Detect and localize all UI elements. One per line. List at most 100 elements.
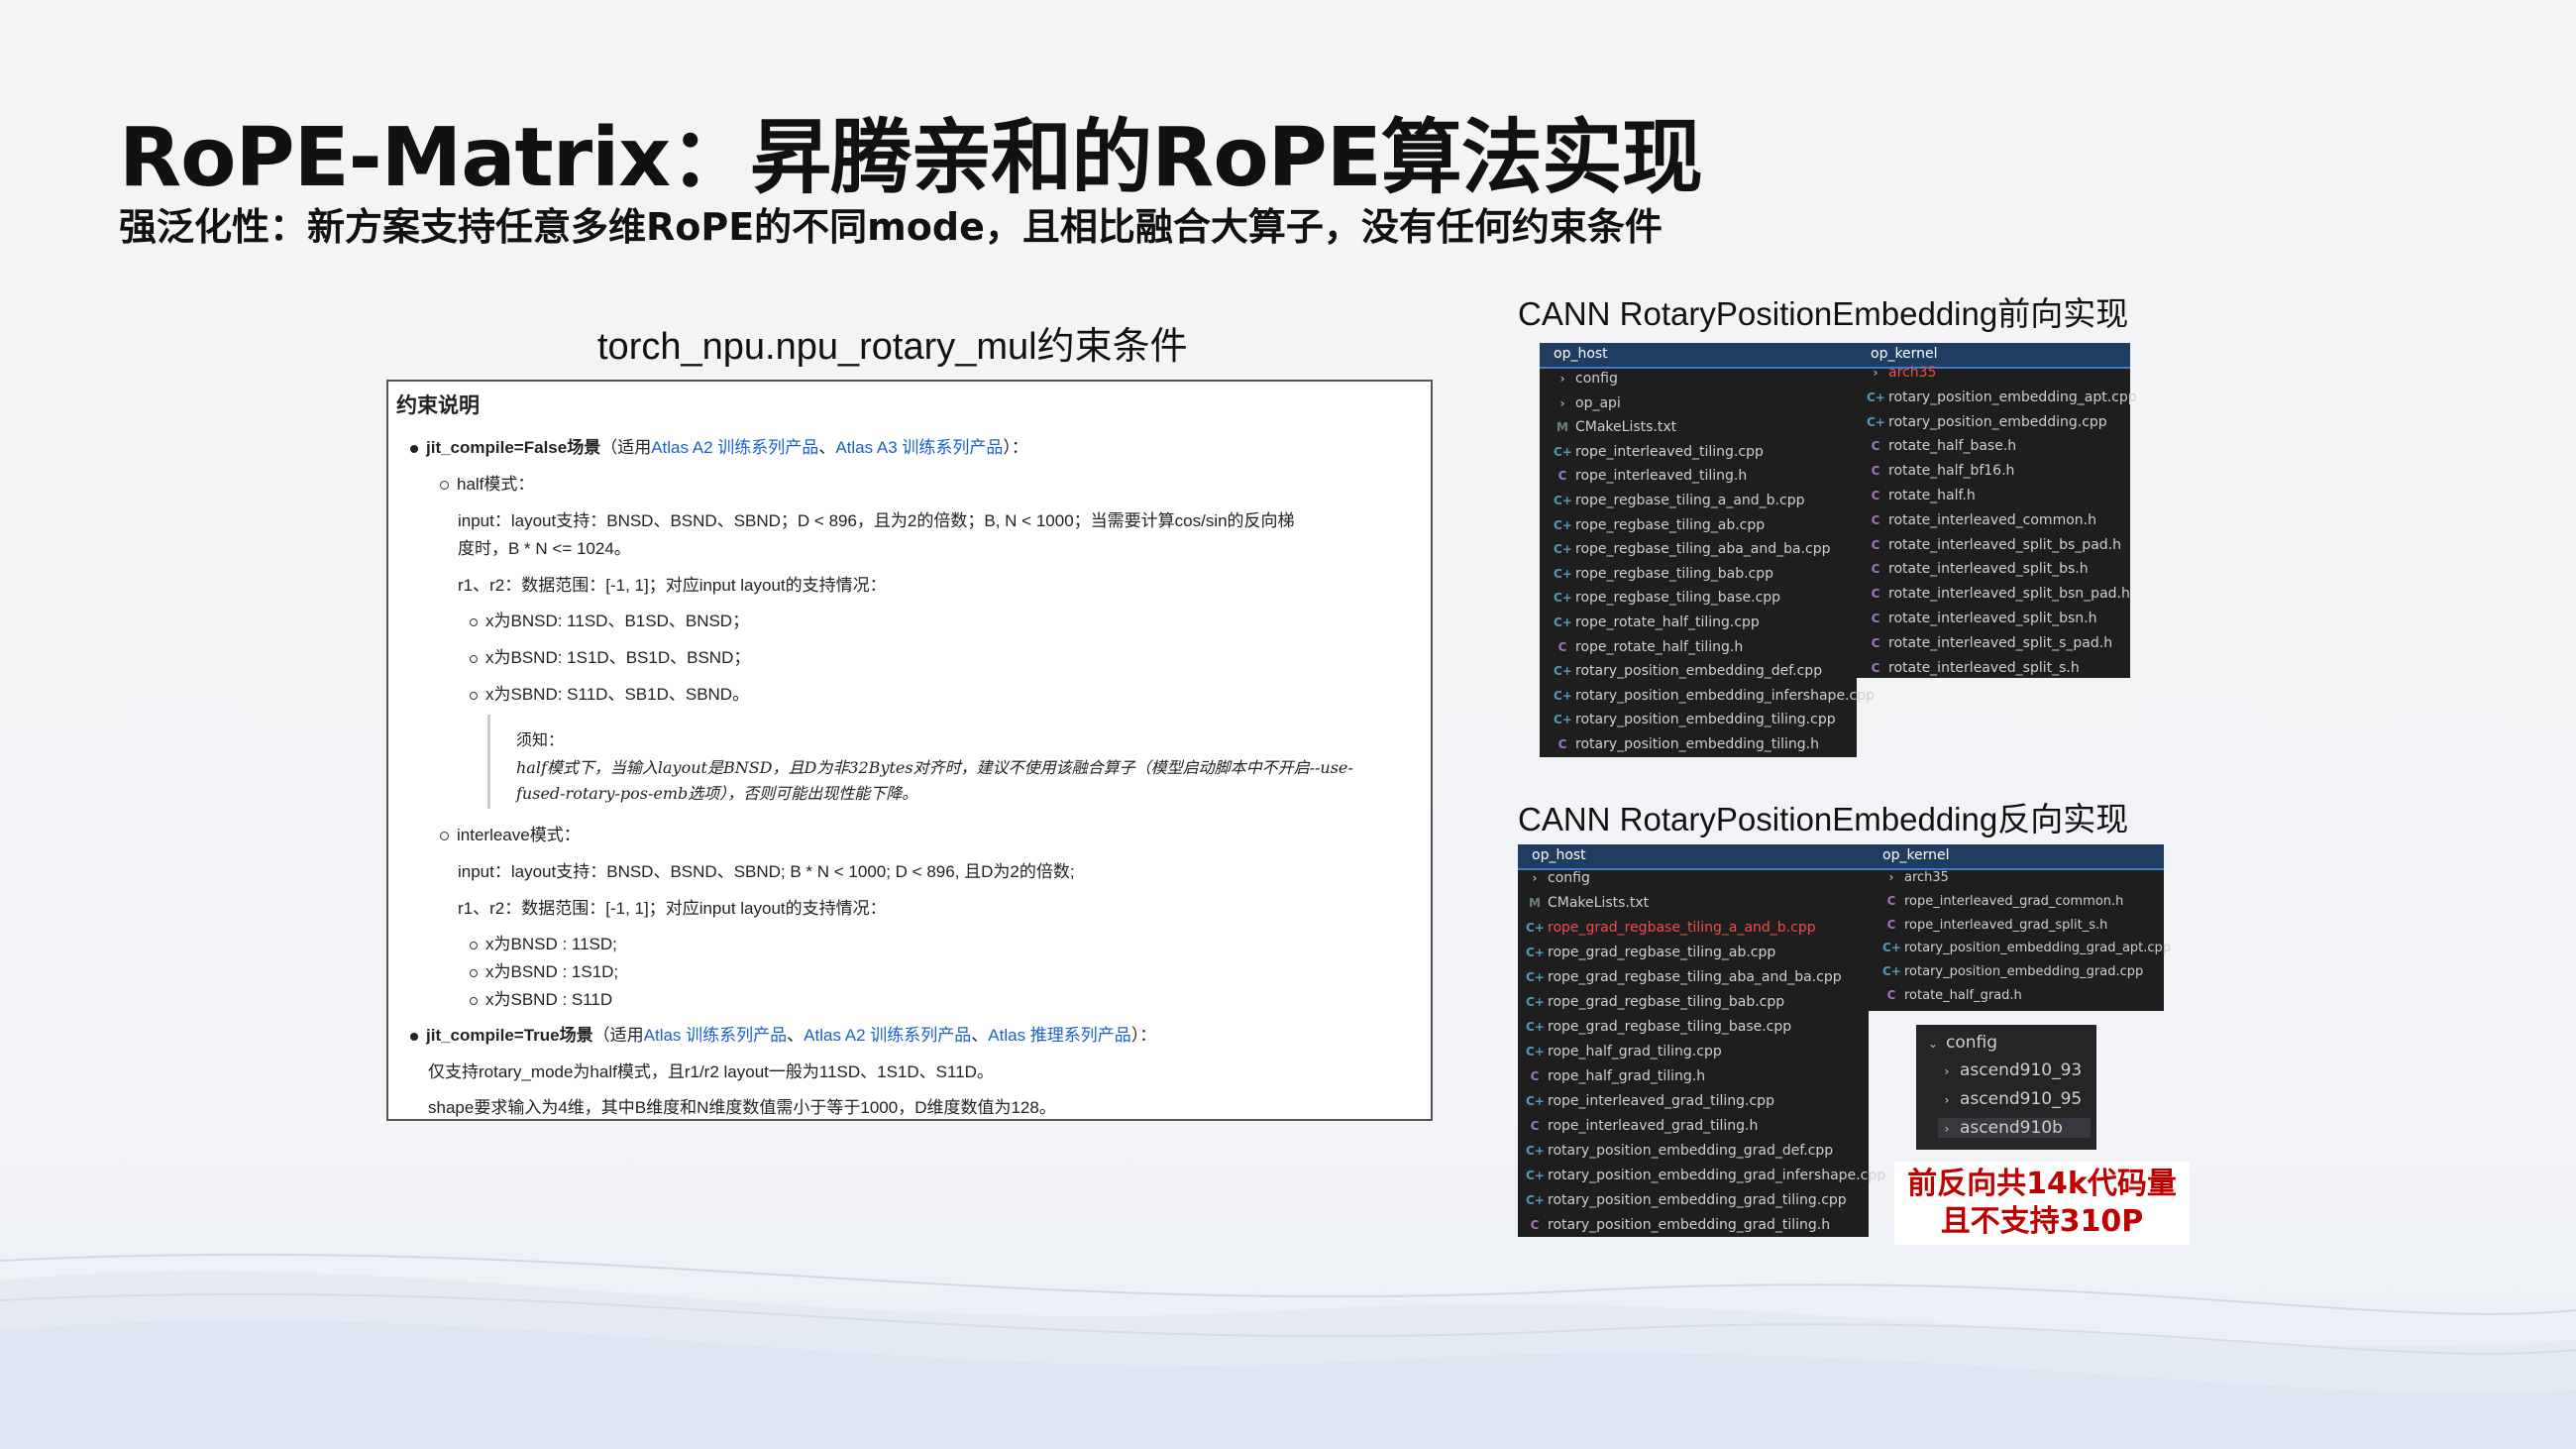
file-tree-item[interactable]: Crotary_position_embedding_tiling.h — [1554, 736, 1819, 752]
file-tree-item[interactable]: Crotate_interleaved_split_bs.h — [1867, 561, 2089, 577]
forward-caption: CANN RotaryPositionEmbedding前向实现 — [1518, 295, 2129, 332]
file-tree-item[interactable]: C+ rope_grad_regbase_tiling_base.cpp — [1526, 1019, 1791, 1035]
doc-link[interactable]: Atlas 训练系列产品 — [644, 1026, 788, 1045]
doc-line: 度时，B * N <= 1024。 — [458, 539, 631, 558]
file-tree-item[interactable]: C+ rotary_position_embedding_grad_def.cpp — [1526, 1143, 1833, 1159]
file-tree-item-label: rope_rotate_half_tiling.cpp — [1575, 614, 1760, 630]
file-tree-item-label: rope_grad_regbase_tiling_ab.cpp — [1548, 945, 1776, 960]
doc-text: （适用 — [600, 438, 652, 457]
file-tree-item-label: rotary_position_embedding_grad_tiling.h — [1548, 1217, 1831, 1233]
file-tree-item[interactable]: Crotate_interleaved_split_s_pad.h — [1867, 635, 2113, 651]
file-tree-item[interactable]: C+ rotary_position_embedding_infershape.c… — [1554, 688, 1875, 704]
c-header-file-icon: C — [1871, 612, 1880, 625]
file-tree-item[interactable]: C+ rope_interleaved_tiling.cpp — [1554, 444, 1764, 460]
doc-line: x为BNSD: 11SD、B1SD、BNSD； — [470, 607, 749, 631]
cpp-file-icon: C+ — [1554, 494, 1572, 507]
file-tree-item[interactable]: Crope_interleaved_grad_split_s.h — [1882, 918, 2108, 933]
file-tree-item[interactable]: Crotate_half_base.h — [1867, 438, 2017, 454]
doc-link[interactable]: Atlas A3 训练系列产品 — [835, 438, 1003, 457]
file-tree-item[interactable]: Crope_rotate_half_tiling.h — [1554, 639, 1744, 655]
callout-line: 且不支持310P — [1940, 1204, 2144, 1239]
file-tree-item-label: rotate_interleaved_common.h — [1888, 511, 2096, 528]
code-size-callout: 前反向共14k代码量 且不支持310P — [1894, 1162, 2190, 1245]
file-tree-item[interactable]: C+ rope_rotate_half_tiling.cpp — [1554, 614, 1760, 630]
explorer-header[interactable]: op_host — [1540, 343, 1857, 369]
file-tree-item[interactable]: Crope_interleaved_tiling.h — [1554, 468, 1748, 485]
config-tree-item[interactable]: › ascend910b — [1938, 1118, 2091, 1138]
doc-link[interactable]: Atlas A2 训练系列产品 — [804, 1026, 971, 1045]
file-tree-item-label: op_api — [1575, 394, 1621, 411]
file-tree-item-label: rotate_interleaved_split_bsn.h — [1888, 611, 2097, 626]
config-tree-item-label: ascend910_93 — [1960, 1060, 2083, 1080]
file-tree-item[interactable]: › config — [1554, 371, 1618, 387]
file-tree-item[interactable]: C+ rotary_position_embedding_grad.cpp — [1882, 964, 2143, 979]
file-tree-item[interactable]: Crope_interleaved_grad_tiling.h — [1526, 1118, 1759, 1134]
config-tree-item[interactable]: › ascend910_95 — [1938, 1089, 2083, 1109]
doc-link[interactable]: Atlas A2 训练系列产品 — [651, 438, 818, 457]
explorer-header[interactable]: op_host — [1518, 844, 1869, 870]
file-tree-item-label: rope_interleaved_tiling.h — [1575, 468, 1748, 485]
file-tree-item[interactable]: › arch35 — [1882, 870, 1949, 885]
file-tree-item[interactable]: C+ rotary_position_embedding.cpp — [1867, 414, 2107, 430]
file-tree-item[interactable]: C+ rope_grad_regbase_tiling_ab.cpp — [1526, 945, 1775, 960]
file-tree-item-label: rope_grad_regbase_tiling_bab.cpp — [1548, 994, 1785, 1010]
file-tree-item-label: rope_regbase_tiling_base.cpp — [1575, 590, 1781, 607]
c-header-file-icon: C — [1871, 464, 1880, 479]
callout-line: 前反向共14k代码量 — [1907, 1167, 2177, 1201]
file-tree-item[interactable]: C+ rotary_position_embedding_apt.cpp — [1867, 390, 2137, 405]
file-tree-item[interactable]: C+ rope_regbase_tiling_a_and_b.cpp — [1554, 493, 1804, 508]
file-tree-item[interactable]: C+ rope_regbase_tiling_bab.cpp — [1554, 566, 1773, 582]
file-tree-item-label: rotate_half_bf16.h — [1888, 463, 2015, 480]
file-tree-item[interactable]: C+ rotary_position_embedding_grad_infersh… — [1526, 1168, 1885, 1183]
file-tree-item-label: arch35 — [1888, 365, 1937, 381]
file-tree-item[interactable]: Crotate_interleaved_split_s.h — [1867, 660, 2080, 676]
file-tree-item[interactable]: Crope_interleaved_grad_common.h — [1882, 894, 2124, 909]
file-tree-item[interactable]: C+ rotary_position_embedding_tiling.cpp — [1554, 712, 1836, 727]
cpp-file-icon: C+ — [1526, 970, 1545, 984]
explorer-header[interactable]: op_kernel — [1869, 844, 2164, 870]
file-tree-item[interactable]: Crotate_half_bf16.h — [1867, 463, 2015, 480]
forward-op-host-explorer: op_host › config › op_api M CMakeLists.txt C+ r… — [1540, 343, 1875, 757]
file-tree-item-label: config — [1548, 870, 1590, 886]
config-tree-item[interactable]: › ascend910_93 — [1938, 1060, 2083, 1080]
file-tree-item[interactable]: Crotate_interleaved_split_bsn.h — [1867, 611, 2097, 626]
file-tree-item-label: rope_regbase_tiling_bab.cpp — [1575, 565, 1774, 582]
file-tree-item[interactable]: C+ rope_grad_regbase_tiling_bab.cpp — [1526, 994, 1784, 1010]
file-tree-item[interactable]: M CMakeLists.txt — [1554, 419, 1676, 435]
cpp-file-icon: C+ — [1526, 1193, 1545, 1207]
file-tree-item[interactable]: C+ rope_grad_regbase_tiling_a_and_b.cpp — [1526, 920, 1816, 936]
cpp-file-icon: C+ — [1526, 1094, 1545, 1108]
cpp-file-icon: C+ — [1554, 713, 1572, 727]
file-tree-item[interactable]: C+ rope_interleaved_grad_tiling.cpp — [1526, 1093, 1774, 1109]
file-tree-item-label: rope_regbase_tiling_a_and_b.cpp — [1575, 493, 1805, 508]
doc-link[interactable]: Atlas 推理系列产品 — [988, 1026, 1131, 1045]
file-tree-item[interactable]: C+ rotary_position_embedding_grad_apt.cpp — [1882, 941, 2171, 955]
circle-bullet-icon — [440, 832, 449, 841]
file-tree-item[interactable]: C+ rotary_position_embedding_grad_tiling.… — [1526, 1192, 1847, 1208]
file-tree-item[interactable]: Crotate_half_grad.h — [1882, 988, 2022, 1003]
cpp-file-icon: C+ — [1526, 1020, 1545, 1034]
file-tree-item[interactable]: C+ rotary_position_embedding_def.cpp — [1554, 663, 1822, 679]
file-tree-item[interactable]: Crotate_half.h — [1867, 488, 1976, 503]
file-tree-item[interactable]: C+ rope_half_grad_tiling.cpp — [1526, 1044, 1722, 1059]
file-tree-item[interactable]: M CMakeLists.txt — [1526, 895, 1649, 911]
chevron-right-icon: › — [1873, 366, 1878, 380]
file-tree-item[interactable]: Crotate_interleaved_common.h — [1867, 512, 2096, 528]
file-tree-item[interactable]: C+ rope_regbase_tiling_base.cpp — [1554, 590, 1780, 606]
file-tree-item[interactable]: C+ rope_regbase_tiling_ab.cpp — [1554, 517, 1765, 533]
file-tree-item[interactable]: C+ rope_regbase_tiling_aba_and_ba.cpp — [1554, 541, 1831, 557]
file-tree-item[interactable]: C+ rope_grad_regbase_tiling_aba_and_ba.cp… — [1526, 969, 1842, 985]
file-tree-item[interactable]: Crotate_interleaved_split_bs_pad.h — [1867, 537, 2121, 553]
file-tree-item[interactable]: › op_api — [1554, 395, 1621, 411]
file-tree-item[interactable]: Crotate_interleaved_split_bsn_pad.h — [1867, 586, 2130, 602]
doc-half-mode: half模式： — [440, 470, 534, 495]
cpp-file-icon: C+ — [1867, 414, 1885, 429]
file-tree-item[interactable]: Crotary_position_embedding_grad_tiling.h — [1526, 1217, 1831, 1233]
config-folder[interactable]: ⌄ config — [1924, 1033, 1997, 1053]
cpp-file-icon: C+ — [1554, 566, 1572, 581]
forward-op-kernel-explorer: op_kernel › arch35 C+ rotary_position_embed… — [1857, 343, 2137, 678]
file-tree-item[interactable]: › config — [1526, 870, 1590, 886]
file-tree-item[interactable]: Crope_half_grad_tiling.h — [1526, 1068, 1706, 1084]
file-tree-item[interactable]: › arch35 — [1867, 365, 1937, 381]
file-tree-item-label: rotary_position_embedding.cpp — [1888, 413, 2107, 430]
